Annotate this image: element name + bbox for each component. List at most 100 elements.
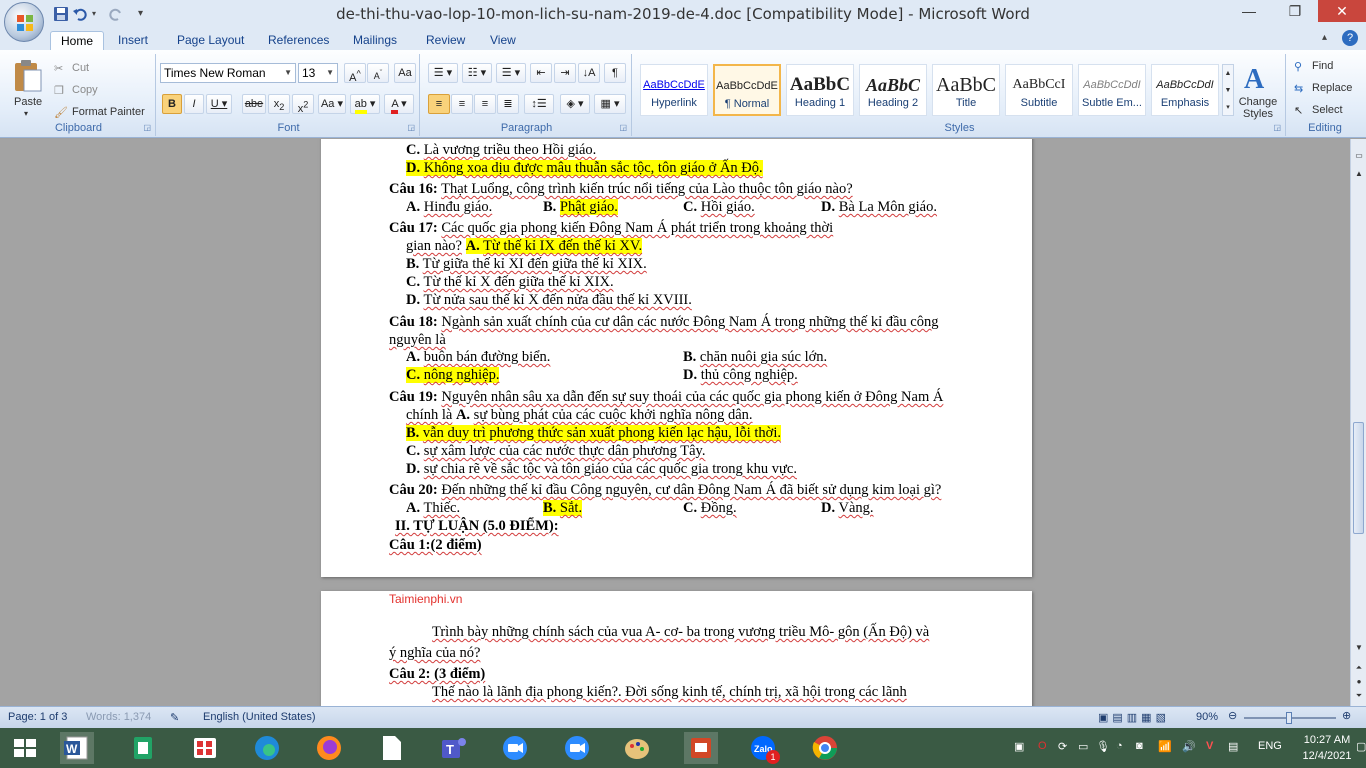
speaker-icon[interactable]: 🔊 <box>1182 740 1196 753</box>
line-spacing-button[interactable]: ↕☰ <box>524 94 554 114</box>
apps-icon[interactable] <box>188 732 222 764</box>
scroll-down-icon[interactable]: ▼ <box>1352 641 1366 655</box>
zoom-out-icon[interactable]: ⊖ <box>1228 709 1237 722</box>
tray-opera-icon[interactable]: O <box>1038 740 1047 752</box>
font-name-combo[interactable]: Times New Roman ▼ <box>160 63 296 83</box>
teams-icon[interactable]: T <box>436 732 470 764</box>
ruler-toggle-icon[interactable]: ▭ <box>1352 149 1366 163</box>
style-heading-2[interactable]: AaBbC Heading 2 <box>859 64 927 116</box>
vertical-scrollbar[interactable]: ▭ ▲ ▼ ⏶ ● ⏷ <box>1350 139 1366 706</box>
language-status[interactable]: English (United States) <box>203 711 316 723</box>
tray-volume-icon[interactable]: ◔ <box>1116 740 1123 752</box>
copy-button[interactable]: Copy <box>72 84 98 96</box>
scrollbar-thumb[interactable] <box>1353 422 1364 534</box>
office-button[interactable] <box>4 2 44 42</box>
change-case-button[interactable]: Aa ▾ <box>318 94 346 114</box>
edge-browser-icon[interactable] <box>250 732 284 764</box>
shading-button[interactable]: ◈ ▾ <box>560 94 590 114</box>
document-page-2[interactable]: Taimienphi.vn Trình bày những chính sách… <box>321 591 1032 706</box>
bold-button[interactable]: B <box>162 94 182 114</box>
style-title[interactable]: AaBbC Title <box>932 64 1000 116</box>
tray-camera-icon[interactable]: ◙ <box>1136 740 1143 752</box>
align-center-button[interactable]: ≡ <box>451 94 473 114</box>
paste-dropdown-icon[interactable]: ▾ <box>24 109 28 118</box>
replace-button[interactable]: Replace <box>1312 82 1352 94</box>
tab-view[interactable]: View <box>480 31 526 51</box>
tray-print-icon[interactable]: ▤ <box>1228 740 1238 753</box>
zoom-slider[interactable] <box>1244 712 1336 724</box>
firefox-icon[interactable] <box>312 732 346 764</box>
underline-button[interactable]: U ▾ <box>206 94 232 114</box>
font-size-combo[interactable]: 13 ▼ <box>298 63 338 83</box>
decrease-indent-button[interactable]: ⇤ <box>530 63 552 83</box>
help-icon[interactable]: ? <box>1342 30 1358 46</box>
word-app-icon[interactable]: W <box>60 732 94 764</box>
paste-icon[interactable] <box>12 58 44 94</box>
select-browse-object-icon[interactable]: ● <box>1352 675 1366 689</box>
minimize-button[interactable]: — <box>1226 0 1272 22</box>
styles-gallery-scroll[interactable]: ▲ ▼ ▾ <box>1222 64 1234 116</box>
next-page-icon[interactable]: ⏷ <box>1352 689 1366 703</box>
subscript-button[interactable]: x2 <box>268 94 290 114</box>
tab-insert[interactable]: Insert <box>108 31 158 51</box>
bullets-button[interactable]: ☰ ▾ <box>428 63 458 83</box>
highlight-button[interactable]: ab ▾ <box>350 94 380 114</box>
cut-button[interactable]: Cut <box>72 62 89 74</box>
document-page-1[interactable]: C. Là vương triều theo Hồi giáo. D. Khôn… <box>321 139 1032 577</box>
strikethrough-button[interactable]: abe <box>242 94 266 114</box>
tab-home[interactable]: Home <box>50 31 105 51</box>
tab-page-layout[interactable]: Page Layout <box>167 31 254 51</box>
show-marks-button[interactable]: ¶ <box>604 63 626 83</box>
change-styles-button[interactable]: Change Styles <box>1234 96 1282 120</box>
find-button[interactable]: Find <box>1312 60 1333 72</box>
tab-review[interactable]: Review <box>416 31 475 51</box>
powerpoint-icon[interactable] <box>684 732 718 764</box>
chrome-icon[interactable] <box>808 732 842 764</box>
tray-refresh-icon[interactable]: ⟳ <box>1058 740 1067 753</box>
increase-indent-button[interactable]: ⇥ <box>554 63 576 83</box>
style-emphasis[interactable]: AaBbCcDdI Emphasis <box>1151 64 1219 116</box>
wifi-icon[interactable]: 📶 <box>1158 740 1172 753</box>
format-painter-button[interactable]: Format Painter <box>72 106 145 118</box>
font-launcher-icon[interactable]: ◲ <box>407 123 415 132</box>
excel-app-icon[interactable] <box>126 732 160 764</box>
tray-app-icon[interactable]: ▣ <box>1014 740 1024 753</box>
justify-button[interactable]: ≣ <box>497 94 519 114</box>
shrink-font-button[interactable]: Aˇ <box>367 63 389 83</box>
page-count[interactable]: Page: 1 of 3 <box>8 711 67 723</box>
restore-button[interactable]: ❐ <box>1272 0 1318 22</box>
zoom-meetings-2-icon[interactable] <box>560 732 594 764</box>
minimize-ribbon-icon[interactable]: ▴ <box>1322 32 1327 43</box>
word-count[interactable]: Words: 1,374 <box>86 711 151 723</box>
tray-vietkey-icon[interactable]: V <box>1206 740 1213 752</box>
align-left-button[interactable]: ≡ <box>428 94 450 114</box>
paste-button[interactable]: Paste <box>14 96 42 108</box>
view-buttons[interactable]: ▣▤▥▦▧ <box>1098 711 1170 724</box>
align-right-button[interactable]: ≡ <box>474 94 496 114</box>
styles-launcher-icon[interactable]: ◲ <box>1273 123 1281 132</box>
tray-network-icon[interactable]: ▭ <box>1078 740 1088 753</box>
zoom-meetings-icon[interactable] <box>498 732 532 764</box>
zoom-slider-thumb[interactable] <box>1286 712 1292 724</box>
close-button[interactable]: ✕ <box>1318 0 1366 22</box>
tab-references[interactable]: References <box>258 31 339 51</box>
document-area[interactable]: C. Là vương triều theo Hồi giáo. D. Khôn… <box>0 139 1350 706</box>
notification-icon[interactable]: ▢ <box>1356 740 1366 753</box>
clipboard-launcher-icon[interactable]: ◲ <box>143 123 151 132</box>
previous-page-icon[interactable]: ⏶ <box>1352 661 1366 675</box>
style-normal[interactable]: AaBbCcDdE ¶ Normal <box>713 64 781 116</box>
borders-button[interactable]: ▦ ▾ <box>594 94 626 114</box>
language-indicator[interactable]: ENG <box>1258 740 1282 752</box>
style-hyperlink[interactable]: AaBbCcDdE Hyperlink <box>640 64 708 116</box>
numbering-button[interactable]: ☷ ▾ <box>462 63 492 83</box>
clear-formatting-button[interactable]: Aa <box>394 63 416 83</box>
paragraph-launcher-icon[interactable]: ◲ <box>619 123 627 132</box>
sort-button[interactable]: ↓A <box>578 63 600 83</box>
style-subtle-emphasis[interactable]: AaBbCcDdI Subtle Em... <box>1078 64 1146 116</box>
windows-start-icon[interactable] <box>8 732 42 764</box>
select-button[interactable]: Select <box>1312 104 1343 116</box>
system-clock[interactable]: 10:27 AM 12/4/2021 <box>1296 732 1358 764</box>
grow-font-button[interactable]: A^ <box>344 63 366 84</box>
zoom-in-icon[interactable]: ⊕ <box>1342 709 1351 722</box>
tray-mic-icon[interactable]: 🎙 <box>1096 740 1110 753</box>
